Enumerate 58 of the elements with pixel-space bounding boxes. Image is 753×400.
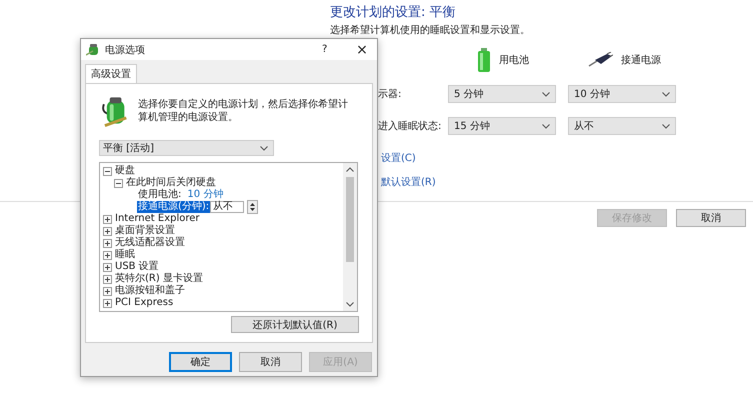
expand-icon[interactable] bbox=[103, 298, 112, 308]
tree-item[interactable]: 无线适配器设置 bbox=[115, 237, 185, 249]
intro-text: 选择你要自定义的电源计划，然后选择你希望计算机管理的电源设置。 bbox=[138, 98, 350, 125]
tree-item[interactable]: PCI Express bbox=[115, 297, 174, 309]
expand-icon[interactable] bbox=[103, 226, 112, 236]
settings-link[interactable]: 默认设置(R) bbox=[381, 175, 436, 189]
chevron-icon bbox=[542, 92, 550, 96]
time-dropdown[interactable]: 从不 bbox=[568, 117, 676, 135]
expand-icon[interactable] bbox=[103, 238, 112, 248]
tree-item[interactable]: 使用电池: bbox=[137, 189, 182, 201]
power-plan-icon bbox=[86, 43, 100, 56]
expand-icon[interactable] bbox=[103, 286, 112, 296]
tree-item[interactable]: 在此时间后关闭硬盘 bbox=[126, 177, 216, 189]
restore-defaults-button[interactable]: 还原计划默认值(R) bbox=[231, 316, 359, 333]
scrollbar[interactable] bbox=[343, 163, 357, 311]
tree-item[interactable]: 接通电源(分钟): bbox=[137, 201, 210, 213]
setting-label: 示器: bbox=[378, 88, 402, 101]
battery-icon bbox=[477, 48, 491, 72]
settings-link[interactable]: 设置(C) bbox=[381, 151, 416, 165]
time-dropdown[interactable]: 5 分钟 bbox=[448, 85, 556, 103]
tree-item[interactable]: USB 设置 bbox=[115, 261, 159, 273]
column-header: 用电池 bbox=[499, 54, 529, 67]
chevron-icon bbox=[260, 146, 268, 150]
tree-item[interactable]: 硬盘 bbox=[115, 165, 135, 177]
tree-item[interactable]: 英特尔(R) 显卡设置 bbox=[115, 273, 203, 285]
window-title: 电源选项 bbox=[105, 44, 146, 56]
expand-icon[interactable] bbox=[103, 250, 112, 260]
tree-item[interactable]: 睡眠 bbox=[115, 249, 135, 261]
setting-value[interactable]: 10 分钟 bbox=[187, 189, 224, 201]
expand-icon[interactable] bbox=[103, 262, 112, 272]
column-header: 接通电源 bbox=[621, 54, 661, 67]
cancel-button[interactable]: 取消 bbox=[676, 209, 746, 227]
page-description: 选择希望计算机使用的睡眠设置和显示设置。 bbox=[330, 24, 531, 38]
expand-icon[interactable] bbox=[103, 214, 112, 224]
tree-item[interactable]: 电源按钮和盖子 bbox=[115, 285, 185, 297]
spinner-icon[interactable] bbox=[247, 200, 258, 214]
chevron-icon bbox=[662, 124, 670, 128]
scroll-down-icon[interactable] bbox=[346, 302, 354, 307]
time-dropdown[interactable]: 10 分钟 bbox=[568, 85, 676, 103]
collapse-icon[interactable] bbox=[103, 166, 112, 176]
tab[interactable]: 高级设置 bbox=[85, 64, 137, 83]
page-title: 更改计划的设置: 平衡 bbox=[330, 4, 457, 22]
time-dropdown[interactable]: 15 分钟 bbox=[448, 117, 556, 135]
close-button[interactable]: × bbox=[347, 42, 377, 58]
help-button[interactable]: ? bbox=[322, 44, 342, 55]
dialog-button[interactable]: 确定 bbox=[169, 352, 232, 372]
minutes-field[interactable]: 从不 bbox=[210, 201, 244, 213]
tree-item[interactable]: Internet Explorer bbox=[115, 213, 200, 225]
chevron-icon bbox=[662, 92, 670, 96]
setting-label: 进入睡眠状态: bbox=[378, 120, 442, 133]
dialog-button[interactable]: 取消 bbox=[239, 352, 302, 372]
chevron-icon bbox=[542, 124, 550, 128]
plan-dropdown[interactable]: 平衡 [活动] bbox=[99, 140, 274, 156]
expand-icon[interactable] bbox=[103, 274, 112, 284]
plug-icon bbox=[587, 52, 613, 68]
collapse-icon[interactable] bbox=[114, 178, 123, 188]
tree-item[interactable]: 桌面背景设置 bbox=[115, 225, 175, 237]
scroll-up-icon[interactable] bbox=[346, 167, 354, 172]
